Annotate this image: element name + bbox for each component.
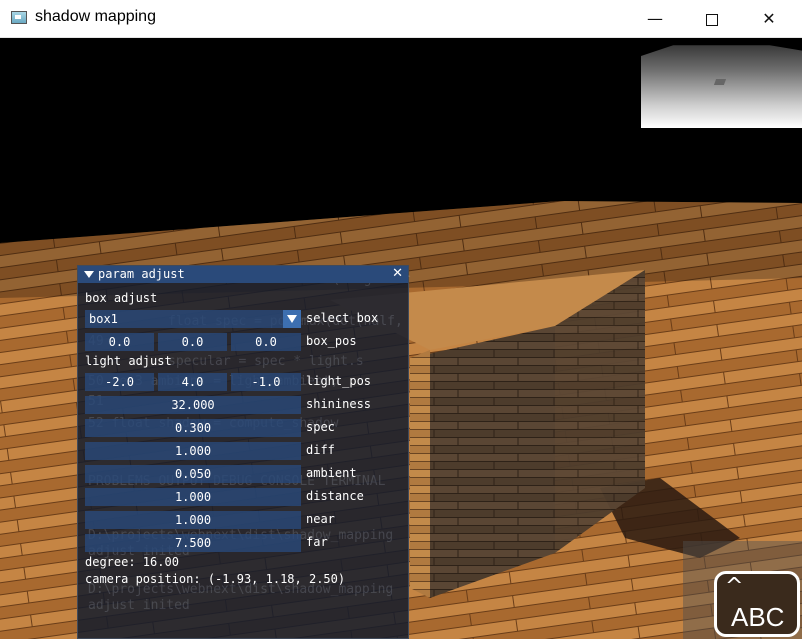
- shininess-label: shininess: [306, 397, 372, 411]
- far-label: far: [306, 535, 328, 549]
- box-pos-label: box_pos: [306, 334, 357, 348]
- distance-label: distance: [306, 489, 364, 503]
- spec-slider[interactable]: 0.300: [85, 419, 301, 437]
- ambient-slider[interactable]: 0.050: [85, 465, 301, 483]
- diff-slider[interactable]: 1.000: [85, 442, 301, 460]
- near-slider[interactable]: 1.000: [85, 511, 301, 529]
- panel-header[interactable]: param adjust ✕: [78, 266, 408, 283]
- keyboard-label: ABC: [731, 602, 785, 632]
- window-title: shadow mapping: [35, 8, 156, 25]
- touch-keyboard-button[interactable]: ^ ABC: [714, 571, 800, 637]
- caret-up-icon: ^: [725, 574, 744, 599]
- box-pos-z-field[interactable]: 0.0: [231, 333, 301, 351]
- light-adjust-heading: light adjust: [85, 354, 172, 368]
- distance-slider[interactable]: 1.000: [85, 488, 301, 506]
- shininess-slider[interactable]: 32.000: [85, 396, 301, 414]
- minimize-button[interactable]: —: [632, 0, 678, 38]
- select-box-label: select box: [306, 311, 379, 325]
- box-pos-y-field[interactable]: 0.0: [158, 333, 227, 351]
- camera-position-readout: camera position: (-1.93, 1.18, 2.50): [85, 572, 346, 586]
- light-pos-z-field[interactable]: -1.0: [231, 373, 301, 391]
- close-icon[interactable]: ✕: [392, 266, 403, 281]
- close-button[interactable]: ✕: [746, 0, 792, 38]
- collapse-triangle-icon[interactable]: [84, 271, 94, 278]
- light-pos-label: light_pos: [306, 374, 372, 388]
- near-label: near: [306, 512, 335, 526]
- box-pos-x-field[interactable]: 0.0: [85, 333, 154, 351]
- select-box-value: box1: [89, 312, 118, 326]
- ambient-label: ambient: [306, 466, 357, 480]
- degree-readout: degree: 16.00: [85, 555, 179, 569]
- diff-label: diff: [306, 443, 335, 457]
- param-adjust-panel: vec3 half = normalize(-lightDir float sp…: [77, 265, 411, 639]
- panel-title: param adjust: [98, 267, 185, 281]
- maximize-icon: [706, 13, 718, 26]
- maximize-button[interactable]: [689, 0, 735, 38]
- shadow-map-preview: [641, 38, 802, 128]
- app-window-icon: [11, 11, 27, 24]
- box-adjust-heading: box adjust: [85, 291, 158, 305]
- spec-label: spec: [306, 420, 335, 434]
- title-bar: shadow mapping — ✕: [0, 0, 802, 38]
- light-pos-y-field[interactable]: 4.0: [158, 373, 227, 391]
- select-box-combo[interactable]: box1: [85, 310, 301, 328]
- far-slider[interactable]: 7.500: [85, 534, 301, 552]
- light-pos-x-field[interactable]: -2.0: [85, 373, 154, 391]
- chevron-down-icon[interactable]: [283, 310, 301, 328]
